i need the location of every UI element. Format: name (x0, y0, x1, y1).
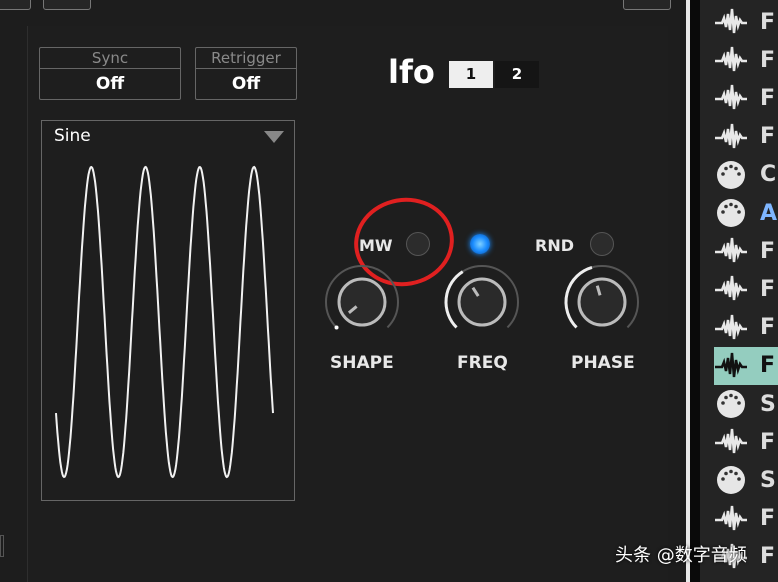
track-name: F (760, 47, 776, 73)
track-item[interactable]: F (714, 346, 778, 385)
shape-label: SHAPE (330, 353, 394, 373)
track-name: F (760, 85, 776, 111)
track-item[interactable]: F (714, 118, 778, 156)
track-item[interactable]: C (714, 156, 778, 194)
track-name: F (760, 429, 776, 455)
lfo-title: lfo (388, 53, 435, 91)
left-panel-edge (0, 535, 4, 557)
track-name: F (760, 238, 776, 264)
knob-value-dot (334, 325, 339, 330)
knob-body (337, 277, 387, 327)
track-item[interactable]: F (714, 500, 778, 538)
audio-wave-icon (714, 7, 748, 37)
sync-label: Sync (40, 48, 180, 69)
sync-value: Off (95, 74, 125, 94)
freq-label: FREQ (457, 353, 508, 373)
retrigger-label: Retrigger (196, 48, 296, 69)
track-name: F (760, 9, 776, 35)
audio-wave-icon (714, 427, 748, 457)
track-name: F (760, 276, 776, 302)
audio-wave-icon (714, 313, 748, 343)
toolbar-button[interactable] (0, 0, 31, 10)
tab-lfo-2[interactable]: 2 (495, 61, 539, 88)
freq-knob[interactable] (444, 265, 519, 329)
track-name: S (760, 391, 776, 417)
audio-wave-icon (714, 83, 748, 113)
track-item[interactable]: F (714, 309, 778, 347)
track-name: A (760, 200, 778, 226)
retrigger-value: Off (231, 74, 261, 94)
track-list: FFFFCAFFFFSFSFF (700, 0, 778, 582)
shape-knob[interactable] (325, 265, 399, 330)
midi-port-icon (714, 465, 748, 495)
track-item[interactable]: F (714, 3, 778, 41)
track-item[interactable]: F (714, 79, 778, 117)
phase-label: PHASE (571, 353, 635, 373)
audio-wave-icon (714, 504, 748, 534)
track-item[interactable]: S (714, 385, 778, 423)
watermark: 头条 @数字音频 (615, 545, 747, 566)
sync-toggle[interactable]: Sync Off (39, 47, 181, 100)
toolbar-button[interactable] (43, 0, 91, 10)
track-item[interactable]: S (714, 461, 778, 499)
audio-wave-icon (714, 351, 748, 381)
audio-wave-icon (714, 45, 748, 75)
audio-wave-icon (714, 236, 748, 266)
track-item[interactable]: F (714, 41, 778, 79)
track-name: S (760, 467, 776, 493)
rnd-toggle[interactable] (590, 232, 614, 256)
midi-port-icon (714, 389, 748, 419)
knob-body (457, 277, 507, 327)
phase-knob[interactable] (564, 265, 639, 329)
track-item[interactable]: F (714, 270, 778, 308)
track-item[interactable]: F (714, 423, 778, 461)
midi-port-icon (714, 198, 748, 228)
track-name: F (760, 124, 776, 150)
track-name: F (760, 353, 776, 379)
audio-wave-icon (714, 274, 748, 304)
track-item[interactable]: F (714, 232, 778, 270)
waveform-display: Sine (41, 120, 295, 501)
track-name: C (760, 162, 777, 188)
tab-lfo-1[interactable]: 1 (449, 61, 493, 88)
freq-sync-led[interactable] (470, 234, 490, 254)
track-item[interactable]: A (714, 194, 778, 232)
track-name: F (760, 506, 776, 532)
track-name: F (760, 315, 776, 341)
panel-border-dark (690, 0, 700, 582)
rnd-label: RND (535, 236, 574, 255)
audio-wave-icon (714, 122, 748, 152)
toolbar-button[interactable] (623, 0, 671, 10)
sine-wave (55, 165, 274, 479)
retrigger-toggle[interactable]: Retrigger Off (195, 47, 297, 100)
midi-port-icon (714, 160, 748, 190)
knob-body (577, 277, 627, 327)
track-name: F (760, 544, 776, 570)
